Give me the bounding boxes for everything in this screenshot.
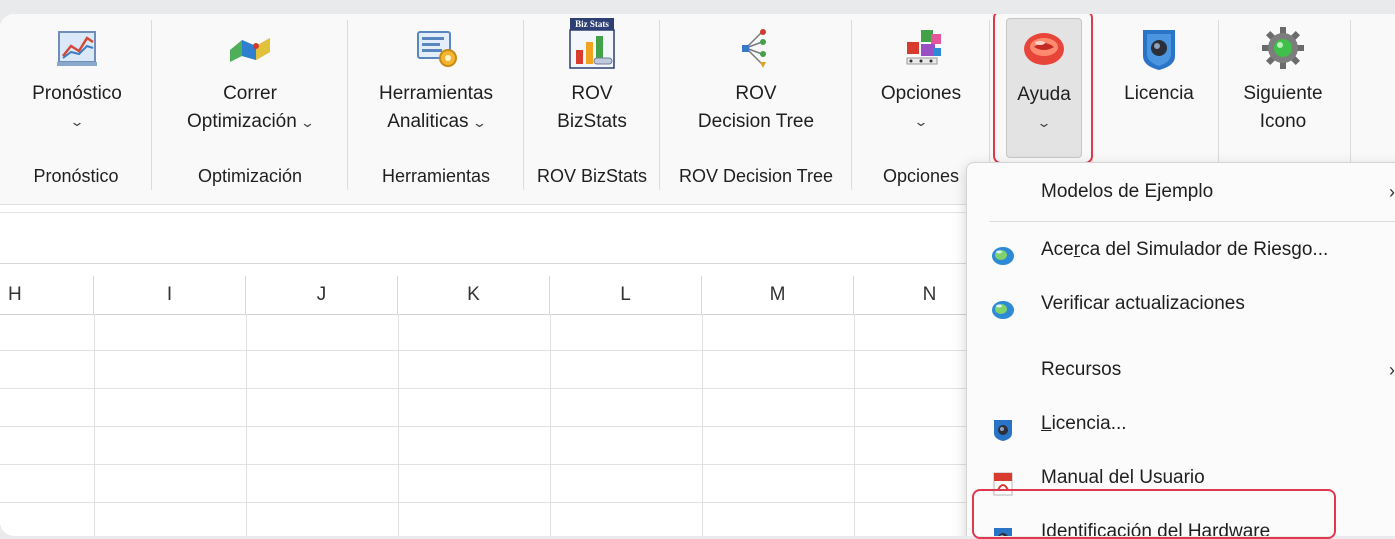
menu-item-label: Verificar actualizaciones — [1041, 293, 1245, 314]
menu-item-recursos[interactable]: Recursos › — [967, 345, 1395, 395]
license-shield-icon — [1135, 24, 1183, 72]
ayuda-dropdown-menu: Modelos de Ejemplo › Acerca del Simulado… — [966, 162, 1395, 536]
bizstats-icon-text: Biz Stats — [575, 19, 609, 29]
options-icon — [897, 24, 945, 72]
hardware-highlight-box — [972, 489, 1336, 539]
globe-icon — [991, 292, 1015, 319]
submenu-arrow-icon: › — [1389, 360, 1395, 380]
opciones-label: Opciones — [880, 83, 962, 104]
decision-tree-label: Decision Tree — [697, 111, 815, 132]
rov-dt-label: ROV — [735, 83, 777, 104]
analiticas-label: Analiticas ⌄ — [358, 108, 514, 137]
pronostico-label: Pronóstico — [32, 83, 122, 104]
chevron-down-icon: ⌄ — [913, 114, 929, 129]
globe-icon — [991, 238, 1015, 265]
group-label-optimizacion: Optimización — [197, 166, 303, 186]
ayuda-highlight-box — [993, 14, 1093, 164]
menu-item-label: Recursos — [1041, 359, 1122, 380]
siguiente-icono-button[interactable]: Siguiente Icono — [1230, 18, 1336, 168]
column-header-k[interactable]: K — [398, 276, 550, 314]
group-pronostico: Pronóstico ⌄ Pronóstico — [0, 14, 152, 204]
chevron-down-icon: ⌄ — [299, 115, 316, 130]
menu-item-acerca[interactable]: Acerca del Simulador de Riesgo... — [967, 225, 1395, 275]
group-bizstats: Biz Stats ROV BizStats ROV BizStats — [524, 14, 660, 204]
rov-bizstats-button[interactable]: Biz Stats ROV BizStats — [534, 18, 650, 168]
column-header-m[interactable]: M — [702, 276, 854, 314]
icono-label: Icono — [1259, 111, 1307, 132]
group-decisiontree: ROV Decision Tree ROV Decision Tree — [660, 14, 852, 204]
forecast-chart-icon — [53, 24, 101, 72]
next-gear-icon — [1259, 24, 1307, 72]
label-part: icencia... — [1051, 413, 1127, 434]
pronostico-button[interactable]: Pronóstico ⌄ — [12, 18, 142, 168]
license-icon — [991, 412, 1015, 441]
menu-separator — [989, 221, 1395, 222]
label-part: Ace — [1041, 239, 1074, 260]
opciones-button[interactable]: Opciones ⌄ — [864, 18, 978, 168]
column-header-j[interactable]: J — [246, 276, 398, 314]
decision-tree-icon — [732, 24, 780, 72]
column-header-h[interactable]: H — [0, 276, 94, 314]
label-access-key: L — [1041, 413, 1052, 434]
analytic-tools-icon — [412, 24, 460, 72]
analiticas-text: Analiticas — [387, 111, 469, 132]
group-label-decisiontree: ROV Decision Tree — [678, 166, 834, 186]
siguiente-label: Siguiente — [1243, 83, 1323, 104]
group-label-bizstats: ROV BizStats — [536, 166, 648, 186]
chevron-down-icon: ⌄ — [471, 115, 487, 130]
bizstats-icon: Biz Stats — [568, 18, 616, 72]
column-header-i[interactable]: I — [94, 276, 246, 314]
menu-item-verificar-actualizaciones[interactable]: Verificar actualizaciones — [967, 279, 1395, 329]
rov-label: ROV — [571, 83, 613, 104]
label-part: ca del Simulador de Riesgo... — [1080, 239, 1329, 260]
pdf-icon — [991, 466, 1015, 496]
column-header-l[interactable]: L — [550, 276, 702, 314]
optimizacion-text: Optimización — [186, 111, 297, 132]
menu-item-label: Modelos de Ejemplo — [1041, 181, 1214, 202]
group-label-herramientas: Herramientas — [381, 166, 491, 186]
group-herramientas: Herramientas Analiticas ⌄ Herramientas — [348, 14, 524, 204]
bizstats-label: BizStats — [557, 111, 627, 132]
correr-optimizacion-button[interactable]: Correr Optimización ⌄ — [164, 18, 336, 168]
licencia-button[interactable]: Licencia — [1110, 18, 1208, 168]
menu-item-licencia[interactable]: Licencia... — [967, 399, 1395, 449]
menu-item-label: Acerca del Simulador de Riesgo... — [1041, 225, 1328, 275]
optimizacion-label: Optimización ⌄ — [164, 108, 336, 137]
herramientas-label: Herramientas — [378, 83, 494, 104]
licencia-label: Licencia — [1124, 83, 1194, 104]
herramientas-analiticas-button[interactable]: Herramientas Analiticas ⌄ — [358, 18, 514, 168]
group-label-pronostico: Pronóstico — [33, 166, 119, 186]
excel-window: Pronóstico ⌄ Pronóstico Correr Optimizac… — [0, 14, 1395, 536]
submenu-arrow-icon: › — [1389, 182, 1395, 202]
correr-label: Correr — [223, 83, 277, 104]
optimization-surface-icon — [226, 24, 274, 72]
menu-item-label: Licencia... — [1041, 399, 1127, 449]
rov-decision-tree-button[interactable]: ROV Decision Tree — [670, 18, 842, 168]
group-optimizacion: Correr Optimización ⌄ Optimización — [152, 14, 348, 204]
menu-item-modelos-de-ejemplo[interactable]: Modelos de Ejemplo › — [967, 167, 1395, 217]
chevron-down-icon: ⌄ — [69, 114, 85, 129]
